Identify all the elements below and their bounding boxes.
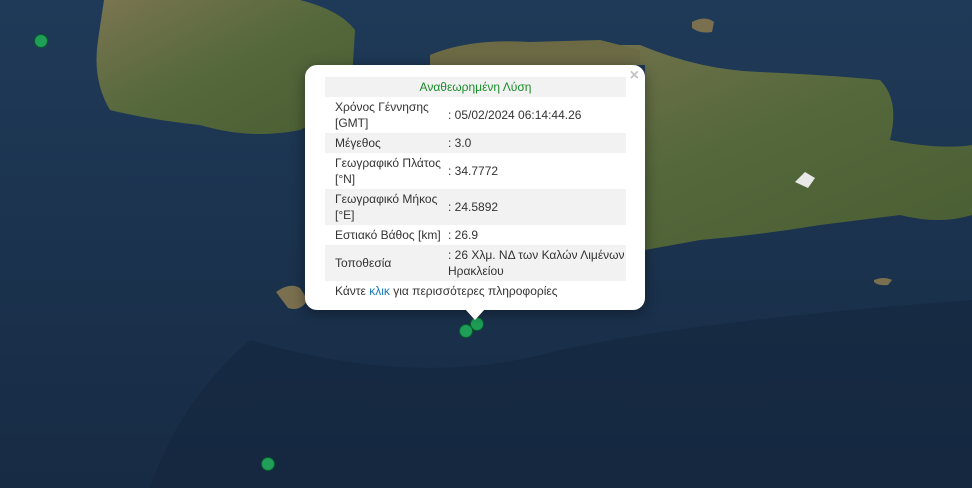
more-info-link[interactable]: κλικ <box>369 284 390 298</box>
close-icon[interactable]: × <box>630 68 639 84</box>
magnitude-label: Μέγεθος <box>325 133 445 153</box>
location-value: : 26 Χλμ. ΝΔ των Καλών Λιμένων Ηρακλείου <box>445 245 626 281</box>
earthquake-marker-selected[interactable] <box>459 324 473 338</box>
more-info-prefix: Κάντε <box>335 284 370 298</box>
magnitude-value: : 3.0 <box>445 133 626 153</box>
depth-value: : 26.9 <box>448 228 479 242</box>
earthquake-marker[interactable] <box>34 34 48 48</box>
depth-label: Εστιακό Βάθος [km] <box>335 228 441 242</box>
longitude-value: : 24.5892 <box>445 189 626 225</box>
latitude-value: : 34.7772 <box>448 164 499 178</box>
origin-time-value: : 05/02/2024 06:14:44.26 <box>448 108 582 122</box>
earthquake-details-table: Αναθεωρημένη Λύση Χρόνος Γέννησης [GMT] … <box>325 77 626 281</box>
popup-title: Αναθεωρημένη Λύση <box>325 77 626 97</box>
earthquake-marker[interactable] <box>261 457 275 471</box>
earthquake-popup: × Αναθεωρημένη Λύση Χρόνος Γέννησης [GMT… <box>305 65 645 310</box>
longitude-label: Γεωγραφικό Μήκος [°E] <box>325 189 445 225</box>
location-label: Τοποθεσία <box>325 245 445 281</box>
more-info-line: Κάντε κλικ για περισσότερες πληροφορίες <box>325 281 625 299</box>
more-info-suffix: για περισσότερες πληροφορίες <box>389 284 558 298</box>
origin-time-label: Χρόνος Γέννησης [GMT] <box>335 100 429 130</box>
latitude-label: Γεωγραφικό Πλάτος [°N] <box>335 156 441 186</box>
popup-tip <box>465 309 485 320</box>
